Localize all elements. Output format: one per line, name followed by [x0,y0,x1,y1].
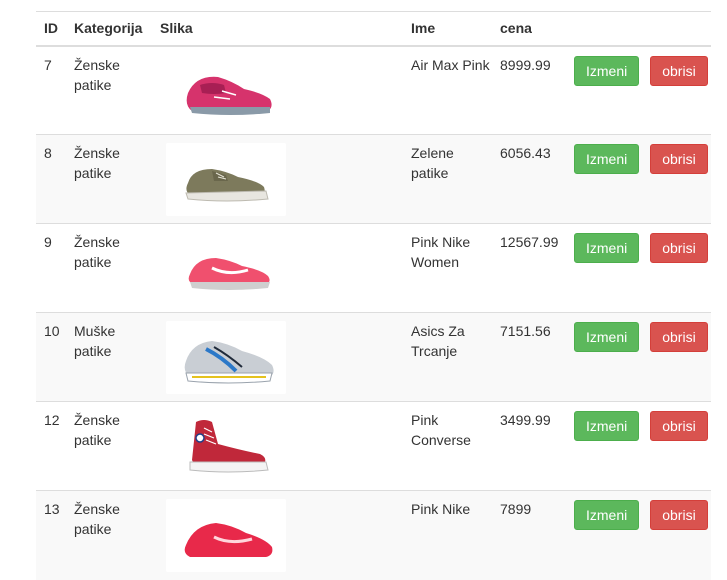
table-body: 7 Ženske patike Air Max Pink 8999.99 Izm… [36,46,711,580]
header-category: Kategorija [66,11,152,47]
product-image-red-nike-shoe [166,499,286,572]
cell-actions: Izmeni obrisi [566,490,711,580]
product-image-asics-shoe [166,321,286,394]
table-row: 7 Ženske patike Air Max Pink 8999.99 Izm… [36,46,711,135]
cell-image [152,401,403,491]
products-table: ID Kategorija Slika Ime cena 7 Ženske pa… [36,11,711,580]
table-row: 9 Ženske patike Pink Nike Women 12567.99… [36,223,711,313]
product-image-red-converse [166,410,286,483]
header-row: ID Kategorija Slika Ime cena [36,11,711,47]
delete-button[interactable]: obrisi [650,411,708,441]
cell-id: 12 [36,401,66,491]
header-image: Slika [152,11,403,47]
cell-name: Pink Converse [403,401,492,491]
cell-image [152,223,403,313]
cell-name: Asics Za Trcanje [403,312,492,402]
edit-button[interactable]: Izmeni [574,144,640,174]
table-row: 13 Ženske patike Pink Nike 7899 Izmeni ob… [36,490,711,580]
cell-name: Pink Nike [403,490,492,580]
delete-button[interactable]: obrisi [650,233,708,263]
header-id: ID [36,11,66,47]
edit-button[interactable]: Izmeni [574,233,640,263]
cell-price: 7899 [492,490,566,580]
product-image-olive-sneaker [166,143,286,216]
cell-name: Air Max Pink [411,56,490,73]
cell-actions: Izmeni obrisi [566,312,711,402]
cell-actions: Izmeni obrisi [566,46,711,135]
header-name: Ime [403,11,492,47]
delete-button[interactable]: obrisi [650,144,708,174]
table-header: ID Kategorija Slika Ime cena [36,11,711,47]
header-price: cena [492,11,566,47]
cell-image [152,46,403,135]
delete-button[interactable]: obrisi [650,55,708,86]
cell-name: Pink Nike Women [403,223,492,313]
delete-button[interactable]: obrisi [650,322,708,352]
cell-category: Ženske patike [66,223,152,313]
header-actions [566,11,711,47]
cell-image [152,312,403,402]
cell-actions: Izmeni obrisi [566,401,711,491]
cell-category: Ženske patike [66,134,152,224]
cell-id: 10 [36,312,66,402]
edit-button[interactable]: Izmeni [574,411,640,441]
cell-category: Ženske patike [66,401,152,491]
cell-price: 7151.56 [492,312,566,402]
cell-image [152,134,403,224]
cell-name: Zelene patike [403,134,492,224]
edit-button[interactable]: Izmeni [574,55,640,86]
cell-actions: Izmeni obrisi [566,223,711,313]
cell-id: 13 [36,490,66,580]
cell-category: Ženske patike [74,56,120,93]
edit-button[interactable]: Izmeni [574,322,640,352]
delete-button[interactable]: obrisi [650,500,708,530]
table-row: 8 Ženske patike Zelene patike 6056.43 Iz… [36,134,711,224]
cell-price: 12567.99 [492,223,566,313]
table-row: 10 Muške patike Asics Za Trcanje 7151.56… [36,312,711,402]
cell-id: 9 [36,223,66,313]
cell-category: Muške patike [66,312,152,402]
cell-category: Ženske patike [66,490,152,580]
product-image-pink-nike-shoe [166,232,286,305]
edit-button[interactable]: Izmeni [574,500,640,530]
cell-actions: Izmeni obrisi [566,134,711,224]
cell-price: 3499.99 [492,401,566,491]
cell-id: 8 [36,134,66,224]
table-row: 12 Ženske patike Pink Converse 3499.99 I… [36,401,711,491]
cell-price: 6056.43 [492,134,566,224]
cell-id: 7 [44,56,52,73]
cell-price: 8999.99 [500,56,551,73]
cell-image [152,490,403,580]
product-image-pink-running-shoe [166,54,286,128]
